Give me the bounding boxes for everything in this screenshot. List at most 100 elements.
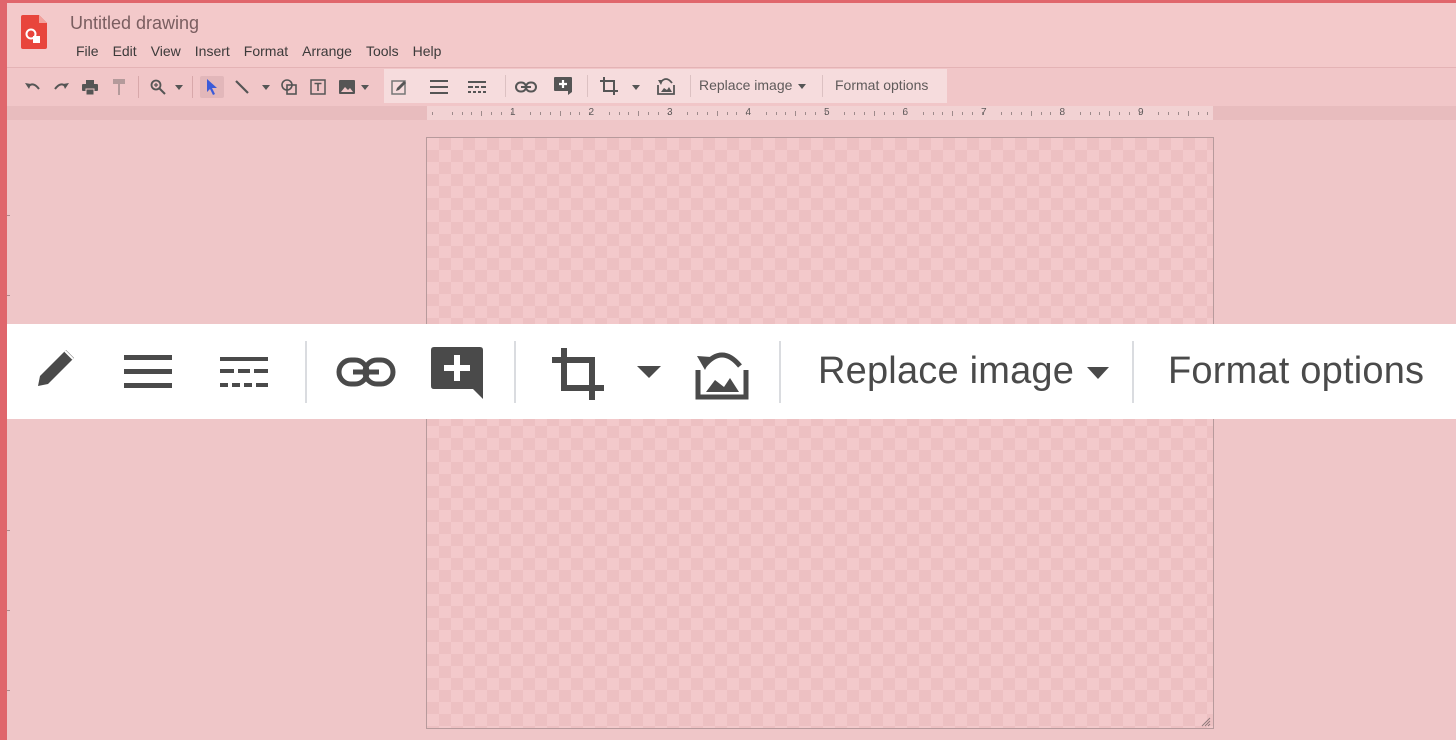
- add-comment-icon[interactable]: [429, 346, 485, 400]
- crop-icon[interactable]: [550, 346, 606, 402]
- chevron-down-icon[interactable]: [359, 76, 371, 98]
- ruler-tick: [873, 111, 875, 116]
- ruler-tick: [1197, 112, 1199, 115]
- menu-insert[interactable]: Insert: [188, 41, 237, 61]
- ruler-tick: [638, 111, 640, 116]
- ruler-tick: [1158, 112, 1160, 115]
- ruler-tick: [1119, 112, 1121, 115]
- ruler-number: 9: [1138, 107, 1144, 118]
- image-icon[interactable]: [336, 76, 358, 98]
- ruler-tick: [471, 112, 473, 115]
- ruler-tick: [1040, 112, 1042, 115]
- ruler-tick: [549, 112, 551, 115]
- menu-edit[interactable]: Edit: [106, 41, 144, 61]
- ruler-tick: [1168, 112, 1170, 115]
- replace-image-label: Replace image: [818, 350, 1075, 392]
- chevron-down-icon: [798, 83, 807, 89]
- crop-icon[interactable]: [598, 75, 620, 97]
- ruler-tick: [648, 112, 650, 115]
- ruler-tick: [795, 111, 797, 116]
- format-options-button[interactable]: Format options: [835, 77, 928, 93]
- ruler-tick: [854, 112, 856, 115]
- border-dash-icon[interactable]: [466, 76, 488, 98]
- menu-tools[interactable]: Tools: [359, 41, 406, 61]
- reset-image-icon[interactable]: [655, 75, 677, 97]
- ruler-tick: [1079, 112, 1081, 115]
- vertical-ruler-mark: [7, 530, 10, 531]
- link-icon[interactable]: [514, 76, 538, 98]
- ruler-tick: [1001, 112, 1003, 115]
- ruler-tick: [883, 112, 885, 115]
- ruler-number: 6: [902, 107, 909, 118]
- ruler-tick: [971, 112, 973, 115]
- google-drawings-logo-icon[interactable]: [21, 15, 47, 49]
- add-comment-icon[interactable]: [552, 75, 574, 97]
- border-weight-icon[interactable]: [428, 76, 450, 98]
- vertical-ruler-mark: [7, 295, 10, 296]
- ruler-tick: [1030, 111, 1032, 116]
- link-icon[interactable]: [335, 354, 397, 390]
- ruler-tick: [775, 112, 777, 115]
- ruler-tick: [500, 112, 502, 115]
- chevron-down-icon: [1086, 366, 1109, 379]
- horizontal-ruler: 1 2 3 4 5 6 7 8 9: [427, 106, 1213, 120]
- redo-icon[interactable]: [51, 76, 71, 98]
- zoom-icon[interactable]: [147, 76, 169, 98]
- ruler-tick: [863, 112, 865, 115]
- undo-icon[interactable]: [23, 76, 43, 98]
- zoomed-image-toolbar: Replace image Format options: [7, 324, 1456, 419]
- chevron-down-icon[interactable]: [260, 76, 272, 98]
- menu-view[interactable]: View: [144, 41, 188, 61]
- ruler-tick: [765, 112, 767, 115]
- ruler-tick: [530, 112, 532, 115]
- ruler-tick: [461, 112, 463, 115]
- replace-image-button[interactable]: Replace image: [818, 350, 1109, 393]
- replace-image-button[interactable]: Replace image: [699, 77, 807, 93]
- ruler-tick: [1011, 112, 1013, 115]
- ruler-tick: [628, 112, 630, 115]
- ruler-tick: [706, 112, 708, 115]
- chevron-down-icon[interactable]: [630, 76, 642, 98]
- shape-icon[interactable]: [278, 76, 300, 98]
- chevron-down-icon[interactable]: [173, 76, 185, 98]
- app-header: Untitled drawing File Edit View Insert F…: [7, 3, 1456, 67]
- ruler-tick: [962, 112, 964, 115]
- ruler-number: 1: [510, 107, 516, 118]
- border-color-icon[interactable]: [389, 76, 411, 98]
- ruler-tick: [805, 112, 807, 115]
- ruler-tick: [579, 112, 581, 115]
- chevron-down-icon[interactable]: [635, 364, 663, 380]
- print-icon[interactable]: [80, 76, 100, 98]
- ruler-number: 3: [667, 107, 673, 118]
- border-dash-icon[interactable]: [217, 352, 271, 392]
- resize-handle-icon[interactable]: [1199, 714, 1211, 727]
- ruler-tick: [481, 111, 483, 116]
- ruler-tick: [726, 112, 728, 115]
- select-icon[interactable]: [200, 76, 224, 98]
- ruler-number: 2: [588, 107, 595, 118]
- line-icon[interactable]: [231, 76, 253, 98]
- ruler-number: 5: [824, 107, 830, 118]
- menu-arrange[interactable]: Arrange: [295, 41, 359, 61]
- ruler-tick: [1020, 112, 1022, 115]
- ruler-tick: [814, 112, 816, 115]
- ruler-band: 1 2 3 4 5 6 7 8 9: [7, 106, 1456, 120]
- ruler-tick: [785, 112, 787, 115]
- ruler-tick: [618, 112, 620, 115]
- menu-help[interactable]: Help: [406, 41, 449, 61]
- reset-image-icon[interactable]: [692, 346, 752, 402]
- vertical-ruler-mark: [7, 215, 10, 216]
- ruler-tick: [893, 112, 895, 115]
- border-color-icon[interactable]: [32, 344, 80, 392]
- document-title[interactable]: Untitled drawing: [70, 13, 199, 34]
- ruler-number: 8: [1059, 107, 1066, 118]
- menu-file[interactable]: File: [69, 41, 106, 61]
- border-weight-icon[interactable]: [119, 350, 177, 394]
- format-options-button[interactable]: Format options: [1168, 350, 1424, 393]
- ruler-tick: [1207, 112, 1209, 115]
- text-box-icon[interactable]: [307, 76, 329, 98]
- drawing-canvas[interactable]: [426, 137, 1214, 729]
- menu-format[interactable]: Format: [237, 41, 295, 61]
- ruler-tick: [451, 112, 453, 115]
- paint-format-icon[interactable]: [109, 76, 129, 98]
